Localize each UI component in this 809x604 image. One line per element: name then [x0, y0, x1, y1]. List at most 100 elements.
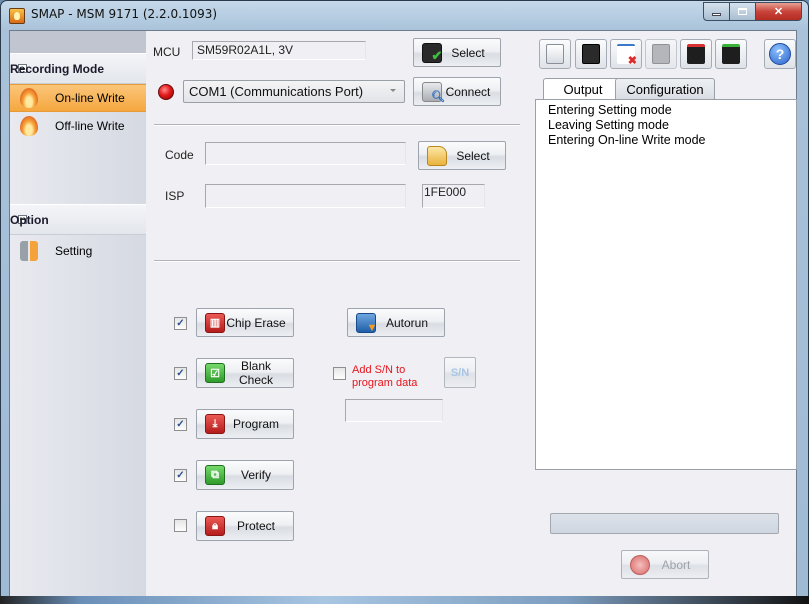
button-label: Connect	[445, 84, 491, 99]
mcu-field: SM59R02A1L, 3V	[192, 41, 366, 60]
button-label: Verify	[240, 468, 271, 482]
sidebar: Recording Mode On-line Write Off-line Wr…	[10, 31, 146, 598]
tab-label: Configuration	[626, 81, 704, 97]
chip-check-icon: ✔	[422, 42, 442, 63]
flame-icon	[20, 116, 38, 136]
program-button[interactable]: ⤓ Program	[196, 409, 294, 439]
sn-field[interactable]	[345, 399, 443, 422]
sidebar-item-online-write[interactable]: On-line Write	[10, 84, 146, 112]
flame-icon	[20, 88, 38, 108]
lock-icon: 🔒︎	[205, 516, 225, 536]
magnifier-icon: ⧉	[205, 465, 225, 485]
verify-button[interactable]: ⧉ Verify	[196, 460, 294, 490]
button-label: Chip Erase	[226, 315, 286, 330]
sidebar-item-label: Setting	[55, 244, 93, 258]
tab-label: Output	[563, 82, 603, 97]
add-sn-checkbox[interactable]	[333, 367, 346, 380]
output-line: Entering On-line Write mode	[548, 133, 706, 147]
program-checkbox[interactable]: ✓	[174, 418, 187, 431]
protect-checkbox[interactable]	[174, 519, 187, 532]
minimize-icon	[712, 13, 721, 16]
window-close-icon: ✖	[617, 44, 637, 67]
section-title: Option	[10, 212, 49, 227]
sidebar-item-label: On-line Write	[55, 91, 125, 105]
toolbar-clear-output-button[interactable]: ✖	[610, 39, 642, 69]
isp-field	[205, 184, 406, 208]
sn-button[interactable]: S/N	[444, 357, 476, 388]
add-sn-label-line1: Add S/N to	[352, 364, 406, 376]
button-label: Protect	[236, 519, 275, 533]
add-sn-label: Add S/N to program data	[352, 364, 417, 390]
button-label: Program	[232, 417, 279, 431]
code-field[interactable]	[205, 142, 406, 165]
app-window: SMAP - MSM 9171 (2.2.0.1093) ✕ Recording…	[0, 0, 809, 604]
port-value: COM1 (Communications Port)	[189, 84, 364, 99]
toolbar-export-config-button[interactable]	[715, 39, 747, 69]
toolbar-undo-chip-button[interactable]	[645, 39, 677, 69]
mcu-label: MCU	[153, 45, 181, 59]
taskbar-edge	[0, 596, 809, 604]
progress-bar	[550, 513, 779, 534]
button-label: Blank Check	[238, 359, 273, 387]
chip-erase-button[interactable]: ▥ Chip Erase	[196, 308, 294, 337]
download-icon: ⤓	[205, 414, 225, 434]
toolbar-help-button[interactable]: ?	[764, 39, 796, 69]
output-line: Entering Setting mode	[548, 103, 672, 117]
app-icon	[9, 8, 25, 24]
code-label: Code	[165, 148, 194, 162]
folder-icon	[427, 145, 447, 166]
isp-label: ISP	[165, 189, 185, 203]
separator	[154, 124, 520, 126]
sidebar-item-label: Off-line Write	[55, 119, 125, 133]
button-label: Autorun	[385, 315, 429, 330]
section-option[interactable]: Option	[10, 204, 146, 235]
help-icon: ?	[769, 43, 791, 65]
protect-button[interactable]: 🔒︎ Protect	[196, 511, 294, 541]
add-sn-label-line2: program data	[352, 377, 418, 389]
mcu-select-button[interactable]: ✔ Select	[413, 38, 501, 67]
sidebar-item-setting[interactable]: Setting	[10, 237, 146, 265]
maximize-icon	[738, 8, 747, 15]
section-recording-mode[interactable]: Recording Mode	[10, 53, 146, 84]
config-export-icon	[722, 44, 740, 64]
autorun-icon: ▼	[356, 312, 377, 334]
close-button[interactable]: ✕	[756, 2, 802, 21]
wrench-icon	[20, 241, 38, 261]
connect-button[interactable]: 🔍︎ Connect	[413, 77, 501, 106]
client-area: Recording Mode On-line Write Off-line Wr…	[9, 30, 797, 598]
chip-erase-checkbox[interactable]: ✓	[174, 317, 187, 330]
button-label: Select	[456, 148, 490, 163]
chip-icon	[582, 44, 600, 64]
title-bar[interactable]: SMAP - MSM 9171 (2.2.0.1093) ✕	[1, 1, 808, 29]
toolbar-import-config-button[interactable]	[680, 39, 712, 69]
blank-check-button[interactable]: ☑ Blank Check	[196, 358, 294, 388]
button-label: Select	[451, 45, 485, 60]
chevron-down-icon	[390, 89, 396, 92]
trash-icon: ▥	[205, 312, 225, 333]
stop-hand-icon	[630, 554, 650, 575]
abort-button[interactable]: Abort	[621, 550, 709, 579]
tab-output[interactable]: Output	[543, 78, 623, 100]
code-select-button[interactable]: Select	[418, 141, 506, 170]
blank-check-checkbox[interactable]: ✓	[174, 367, 187, 380]
sidebar-item-offline-write[interactable]: Off-line Write	[10, 112, 146, 140]
separator	[154, 260, 520, 262]
connect-search-icon: 🔍︎	[422, 81, 445, 103]
toolbar-chip-button[interactable]	[575, 39, 607, 69]
autorun-button[interactable]: ▼ Autorun	[347, 308, 445, 337]
output-log[interactable]: Entering Setting mode Leaving Setting mo…	[535, 99, 797, 470]
config-import-icon	[687, 44, 705, 64]
minimize-button[interactable]	[703, 2, 730, 21]
file-download-icon	[546, 44, 564, 64]
verify-checkbox[interactable]: ✓	[174, 469, 187, 482]
output-line: Leaving Setting mode	[548, 118, 669, 132]
toolbar-load-file-button[interactable]	[539, 39, 571, 69]
window-title: SMAP - MSM 9171 (2.2.0.1093)	[31, 7, 218, 21]
maximize-button[interactable]	[730, 2, 756, 21]
sn-icon: S/N	[450, 366, 470, 379]
chip-undo-icon	[652, 44, 670, 64]
tab-configuration[interactable]: Configuration	[615, 78, 715, 99]
sidebar-top-band	[10, 31, 146, 53]
port-combobox[interactable]: COM1 (Communications Port)	[183, 80, 405, 103]
